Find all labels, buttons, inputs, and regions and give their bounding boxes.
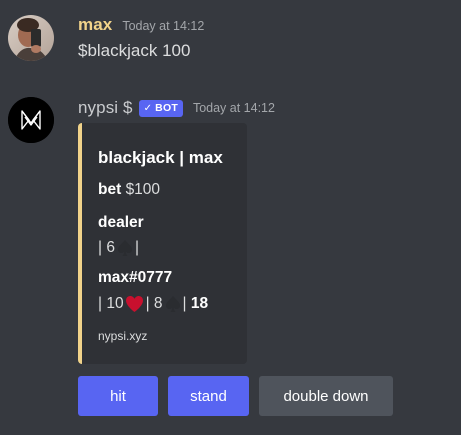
user-avatar[interactable] <box>8 15 54 61</box>
timestamp: Today at 14:12 <box>192 101 275 115</box>
user-photo-avatar-icon <box>8 15 54 61</box>
bet-value: $100 <box>125 181 161 198</box>
bot-badge-label: BOT <box>155 102 178 114</box>
message-header: max Today at 14:12 <box>78 15 204 35</box>
player-total: 18 <box>190 295 209 312</box>
player-card-1: | 10 <box>98 295 124 312</box>
stand-button[interactable]: stand <box>168 376 249 416</box>
bot-avatar[interactable] <box>8 97 54 143</box>
spade-icon <box>165 296 180 312</box>
blackjack-embed: blackjack | max bet $100 dealer | 6 | ma… <box>78 123 247 364</box>
message-content: $blackjack 100 <box>78 41 191 60</box>
heart-icon <box>125 296 143 312</box>
chat-channel: max Today at 14:12 $blackjack 100 nypsi … <box>0 0 461 435</box>
username[interactable]: max <box>78 15 112 35</box>
message-nypsi: nypsi $ ✓ BOT Today at 14:12 blackjack |… <box>0 90 461 435</box>
player-card-2: | 8 <box>145 295 163 312</box>
bot-badge: ✓ BOT <box>138 99 183 117</box>
hit-button[interactable]: hit <box>78 376 158 416</box>
player-card-sep: | <box>182 295 187 312</box>
embed-title: blackjack | max <box>98 148 223 167</box>
double-down-button[interactable]: double down <box>259 376 393 416</box>
username[interactable]: nypsi $ <box>78 98 133 118</box>
embed-footer: nypsi.xyz <box>98 329 148 343</box>
timestamp: Today at 14:12 <box>122 19 205 33</box>
dealer-label: dealer <box>98 214 144 231</box>
dealer-cards: | 6 | <box>98 239 139 257</box>
bet-label: bet <box>98 181 122 198</box>
player-cards: | 10 | 8 | 18 <box>98 295 208 313</box>
message-header: nypsi $ ✓ BOT Today at 14:12 <box>78 98 275 118</box>
bet-line: bet $100 <box>98 181 160 199</box>
dealer-card-sep: | <box>134 239 139 256</box>
dealer-card-text: | 6 <box>98 239 115 256</box>
player-label: max#0777 <box>98 269 173 286</box>
spade-icon <box>117 240 132 256</box>
message-max: max Today at 14:12 $blackjack 100 <box>0 0 461 90</box>
nypsi-logo-icon <box>8 97 54 143</box>
verified-check-icon: ✓ <box>143 102 153 114</box>
action-row: hit stand double down <box>78 376 393 416</box>
